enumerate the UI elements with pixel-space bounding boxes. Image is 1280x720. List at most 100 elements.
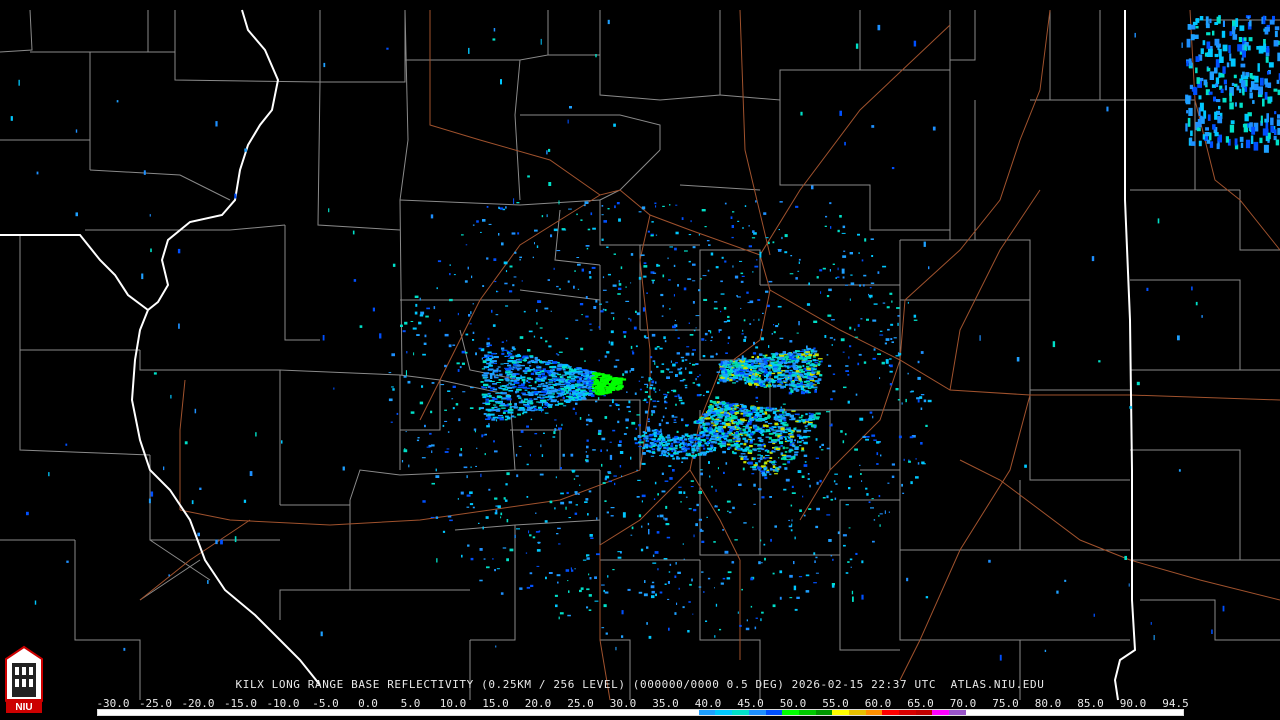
echo-speck	[779, 596, 782, 600]
echo-speck	[821, 443, 824, 446]
echo-speck	[795, 389, 800, 392]
echo-speck	[606, 390, 613, 394]
echo-speck	[497, 505, 501, 509]
echo-speck	[805, 428, 808, 430]
echo-speck	[752, 369, 757, 373]
echo-speck	[753, 408, 757, 410]
echo-speck	[1217, 115, 1223, 124]
echo-speck	[724, 409, 728, 412]
echo-speck	[488, 362, 495, 364]
echo-speck	[720, 367, 725, 370]
echo-speck	[622, 512, 626, 518]
echo-speck	[493, 258, 497, 261]
county-line	[860, 10, 951, 71]
echo-speck	[761, 474, 766, 477]
echo-speck	[803, 367, 806, 370]
echo-speck	[675, 329, 678, 331]
echo-speck	[1275, 139, 1280, 146]
echo-speck	[594, 391, 598, 394]
echo-speck	[789, 597, 793, 599]
echo-speck	[618, 280, 620, 283]
echo-speck	[555, 604, 558, 608]
echo-speck	[632, 352, 635, 355]
echo-speck	[630, 368, 635, 371]
echo-speck	[404, 448, 406, 450]
echo-speck	[1185, 95, 1191, 105]
echo-speck	[760, 618, 762, 622]
echo-speck	[536, 245, 539, 248]
echo-speck	[487, 351, 492, 354]
echo-speck	[667, 257, 669, 260]
echo-speck	[757, 437, 762, 439]
echo-speck	[742, 467, 745, 471]
echo-speck	[643, 335, 647, 338]
echo-speck	[878, 495, 881, 498]
echo-speck	[709, 412, 713, 414]
echo-speck	[813, 347, 816, 350]
echo-speck	[656, 346, 660, 348]
echo-speck	[681, 461, 684, 463]
echo-speck	[786, 428, 791, 431]
echo-speck	[742, 428, 746, 432]
echo-speck	[545, 576, 547, 580]
echo-speck	[742, 414, 746, 417]
echo-speck	[424, 424, 426, 428]
echo-speck	[818, 361, 821, 363]
echo-speck	[489, 373, 493, 379]
echo-speck	[767, 415, 771, 418]
echo-speck	[587, 376, 590, 378]
echo-speck	[817, 382, 820, 384]
echo-speck	[1195, 67, 1198, 74]
county-line	[320, 10, 406, 83]
colorbar-segment	[1115, 710, 1133, 715]
echo-speck	[597, 397, 600, 400]
echo-speck	[666, 436, 671, 439]
echo-speck	[453, 274, 456, 276]
echo-speck	[855, 43, 859, 49]
echo-speck	[516, 528, 520, 530]
echo-speck	[435, 475, 440, 478]
echo-speck	[141, 273, 144, 280]
echo-speck	[740, 280, 744, 283]
echo-speck	[713, 432, 717, 435]
echo-speck	[804, 461, 807, 463]
echo-speck	[1207, 114, 1211, 121]
echo-speck	[529, 402, 533, 405]
echo-speck	[585, 459, 588, 461]
echo-speck	[613, 253, 616, 255]
echo-speck	[538, 394, 544, 396]
echo-speck	[768, 441, 773, 443]
echo-speck	[807, 375, 812, 378]
echo-speck	[568, 396, 573, 398]
echo-speck	[631, 421, 636, 425]
echo-speck	[830, 555, 833, 557]
echo-speck	[785, 424, 789, 426]
echo-speck	[740, 272, 744, 275]
echo-speck	[672, 469, 675, 472]
echo-speck	[585, 498, 589, 501]
echo-speck	[625, 286, 627, 288]
echo-speck	[734, 275, 739, 279]
echo-speck	[736, 370, 740, 374]
echo-speck	[715, 396, 720, 399]
echo-speck	[470, 387, 474, 389]
echo-speck	[521, 392, 526, 394]
product-caption: KILX LONG RANGE BASE REFLECTIVITY (0.25K…	[235, 678, 1045, 691]
echo-speck	[799, 444, 802, 446]
echo-speck	[481, 368, 485, 370]
echo-speck	[695, 363, 699, 365]
echo-speck	[483, 376, 489, 379]
echo-speck	[601, 627, 605, 629]
echo-speck	[573, 392, 576, 394]
echo-speck	[814, 416, 820, 419]
echo-speck	[1191, 286, 1193, 291]
echo-speck	[786, 413, 790, 415]
echo-speck	[890, 338, 893, 340]
county-line	[399, 199, 601, 206]
echo-speck	[501, 388, 506, 390]
colorbar-segment	[665, 710, 683, 715]
echo-speck	[881, 361, 885, 365]
echo-speck	[521, 378, 526, 382]
echo-speck	[790, 504, 793, 507]
echo-speck	[529, 369, 535, 371]
